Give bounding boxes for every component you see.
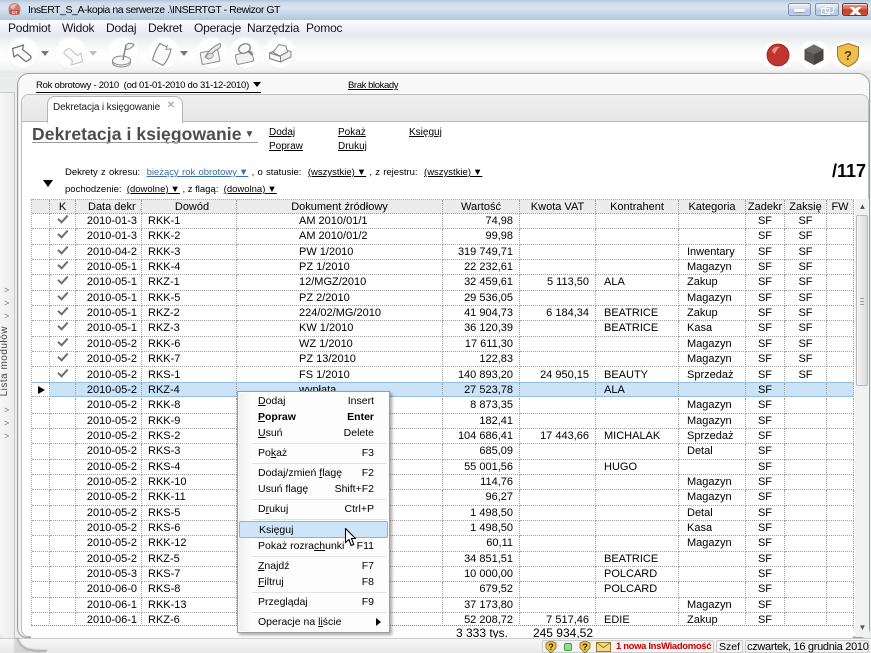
svg-text:?: ?: [548, 642, 554, 652]
svg-text:GT: GT: [12, 10, 18, 15]
svg-text:?: ?: [844, 48, 852, 63]
svg-text:?: ?: [582, 642, 588, 652]
